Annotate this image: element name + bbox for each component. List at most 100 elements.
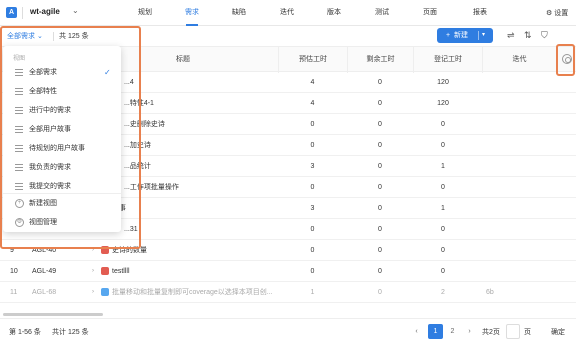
tab-iterations[interactable]: 迭代: [275, 0, 299, 26]
iteration: [486, 93, 546, 114]
row-title[interactable]: ...工作项批量操作: [124, 177, 284, 198]
iteration: [486, 135, 546, 156]
top-nav-bar: A wt-agile ⌄ 规划 需求 缺陷 迭代 版本 测试 页面 报表 ⚙ 设…: [0, 0, 576, 26]
divider: [478, 31, 479, 40]
funnel-icon[interactable]: ⛉: [541, 30, 548, 41]
sort-icon[interactable]: ⇅: [524, 30, 532, 41]
iteration: 6b: [486, 289, 494, 296]
estimated-hours: 4: [310, 100, 315, 107]
estimated-hours: 4: [310, 79, 315, 86]
estimated-hours: 0: [310, 184, 315, 191]
remaining-hours: 0: [378, 205, 382, 212]
estimated-hours: 1: [310, 289, 315, 296]
row-index: 11: [10, 289, 18, 296]
remaining-hours: 0: [378, 268, 382, 275]
remaining-hours: 0: [378, 142, 382, 149]
iteration: [486, 198, 546, 219]
page-total-text: 共2页: [482, 329, 500, 336]
project-logo-icon[interactable]: A: [6, 7, 17, 18]
row-title[interactable]: ...史删除史诗: [124, 114, 284, 135]
iteration: [486, 261, 546, 282]
estimated-hours: 0: [310, 226, 315, 233]
estimated-hours: 3: [310, 163, 315, 170]
iteration: [486, 219, 546, 240]
page-unit: 页: [524, 329, 531, 336]
confirm-button[interactable]: 确定: [551, 327, 565, 337]
remaining-hours: 0: [378, 226, 382, 233]
row-title[interactable]: ...特性4-1: [124, 93, 284, 114]
row-title[interactable]: 批量移动和批量复制即可coverage以选择本项目创...: [112, 282, 272, 303]
remaining-hours: 0: [378, 79, 382, 86]
logged-hours: 1: [441, 163, 445, 170]
estimated-hours: 3: [310, 205, 315, 212]
logged-hours: 120: [437, 79, 449, 86]
row-title[interactable]: ...31: [124, 219, 284, 240]
remaining-hours: 0: [378, 163, 382, 170]
remaining-hours: 0: [378, 100, 382, 107]
table-row[interactable]: 11 AGL-68 › 批量移动和批量复制即可coverage以选择本项目创... 1 0…: [0, 282, 576, 303]
column-header-logged-hours[interactable]: 登记工时: [413, 47, 482, 73]
new-button-label: 新建: [454, 32, 468, 39]
column-header-iteration[interactable]: 迭代: [482, 47, 556, 73]
tab-testing[interactable]: 测试: [370, 0, 394, 26]
logged-hours: 0: [441, 268, 445, 275]
divider: [22, 7, 23, 19]
estimated-hours: 0: [310, 142, 315, 149]
chevron-down-icon[interactable]: ⌄: [72, 6, 79, 15]
remaining-hours: 0: [378, 247, 382, 254]
pagination-footer: 第 1-56 条 共计 125 条 ‹ 1 2 › 共2页 页 确定: [0, 318, 576, 345]
prev-page-button[interactable]: ‹: [409, 324, 424, 339]
row-key: AGL-68: [32, 289, 57, 296]
page-jump-input[interactable]: [506, 324, 520, 339]
gear-icon: ⚙: [546, 10, 553, 17]
story-type-icon: [101, 288, 109, 296]
logged-hours: 0: [441, 121, 445, 128]
page-2-button[interactable]: 2: [445, 324, 460, 339]
logged-hours: 2: [441, 289, 445, 296]
highlight-box-view-menu: [0, 26, 141, 249]
logged-hours: 0: [441, 226, 445, 233]
column-header-remaining-hours[interactable]: 剩余工时: [347, 47, 413, 73]
row-title[interactable]: testllll: [112, 261, 272, 282]
logged-hours: 0: [441, 247, 445, 254]
iteration: [486, 177, 546, 198]
remaining-hours: 0: [378, 184, 382, 191]
row-title[interactable]: ...加史诗: [124, 135, 284, 156]
page-1-button[interactable]: 1: [428, 324, 443, 339]
highlight-box-column-settings: [556, 44, 575, 76]
tab-defects[interactable]: 缺陷: [227, 0, 251, 26]
expand-chevron-icon[interactable]: ›: [92, 282, 94, 303]
expand-chevron-icon[interactable]: ›: [92, 261, 94, 282]
iteration: [486, 156, 546, 177]
estimated-hours: 0: [310, 247, 315, 254]
total-text: 共计 125 条: [52, 329, 89, 336]
tab-reports[interactable]: 报表: [468, 0, 492, 26]
iteration: [486, 240, 546, 261]
table-row[interactable]: 10 AGL-49 › testllll 0 0 0: [0, 261, 576, 282]
logged-hours: 120: [437, 100, 449, 107]
tab-pages[interactable]: 页面: [418, 0, 442, 26]
range-text: 第 1-56 条: [9, 329, 41, 336]
column-header-estimated-hours[interactable]: 预估工时: [278, 47, 347, 73]
logged-hours: 0: [441, 184, 445, 191]
settings-label: 设置: [554, 10, 569, 17]
iteration: [486, 114, 546, 135]
project-name[interactable]: wt-agile: [30, 7, 60, 16]
remaining-hours: 0: [378, 289, 382, 296]
logged-hours: 0: [441, 142, 445, 149]
new-button[interactable]: + 新建 ▾: [437, 28, 493, 43]
tab-requirements[interactable]: 需求: [180, 0, 204, 26]
row-title[interactable]: ...4: [124, 72, 284, 93]
tab-plan[interactable]: 规划: [133, 0, 157, 26]
logged-hours: 1: [441, 205, 445, 212]
iteration: [486, 72, 546, 93]
filter-sliders-icon[interactable]: ⇌: [507, 30, 515, 41]
remaining-hours: 0: [378, 121, 382, 128]
tab-versions[interactable]: 版本: [322, 0, 346, 26]
horizontal-scrollbar[interactable]: [3, 313, 103, 316]
next-page-button[interactable]: ›: [462, 324, 477, 339]
plus-icon: +: [446, 32, 451, 39]
caret-down-icon[interactable]: ▾: [482, 28, 485, 43]
settings-link[interactable]: ⚙ 设置: [546, 8, 568, 18]
row-title[interactable]: ...品统计: [124, 156, 284, 177]
